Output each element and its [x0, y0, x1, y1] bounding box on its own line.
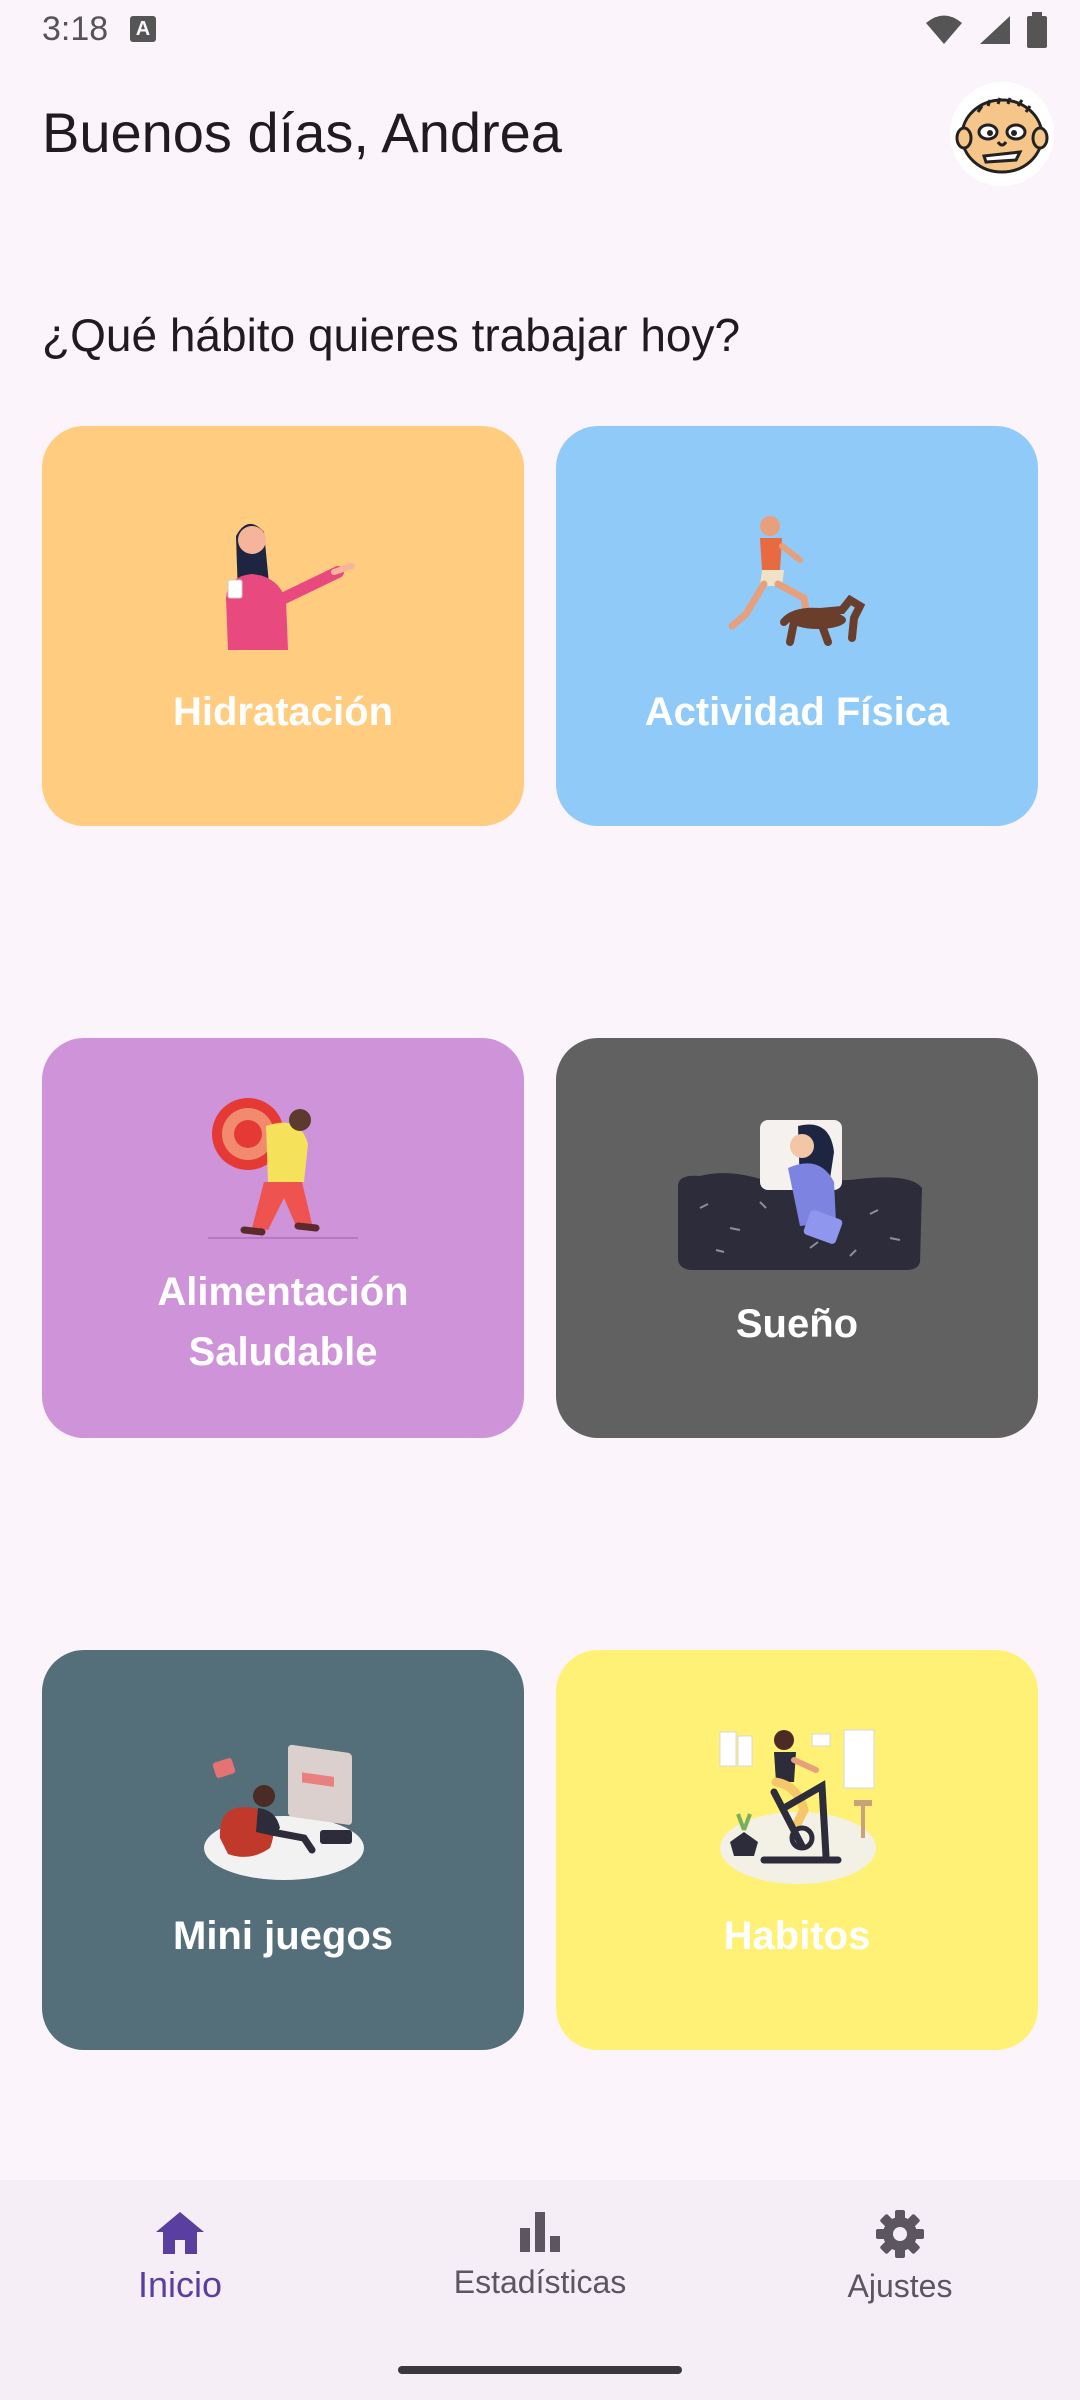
- home-gesture-indicator[interactable]: [398, 2366, 682, 2374]
- avatar[interactable]: [950, 82, 1054, 186]
- bar-chart-icon: [520, 2212, 560, 2252]
- person-carrying-tomato-illustration: [208, 1098, 358, 1239]
- nav-item-ajustes[interactable]: Ajustes: [750, 2208, 1050, 2305]
- card-label-habitos: Habitos: [723, 1914, 871, 1958]
- card-mini-juegos[interactable]: Mini juegos: [42, 1650, 524, 2050]
- home-icon: [156, 2212, 204, 2254]
- card-hidratacion[interactable]: Hidratación: [42, 426, 524, 826]
- nav-label-inicio: Inicio: [137, 2264, 223, 2305]
- woman-sleeping-illustration: [678, 1120, 922, 1270]
- greeting-title: Buenos días, Andrea: [42, 101, 562, 164]
- nav-item-estadisticas[interactable]: Estadísticas: [390, 2208, 690, 2301]
- status-time: 3:18: [42, 10, 109, 48]
- card-habitos[interactable]: Habitos: [556, 1650, 1038, 2050]
- nav-item-inicio[interactable]: Inicio: [30, 2208, 330, 2306]
- habit-question: ¿Qué hábito quieres trabajar hoy?: [42, 309, 741, 361]
- man-running-with-dog-illustration: [728, 516, 866, 646]
- card-label-alimentacion: Alimentación: [157, 1270, 409, 1314]
- status-bar: 3:18 A: [0, 0, 1080, 62]
- wifi-icon: [926, 15, 962, 44]
- woman-exercise-bike-illustration: [719, 1729, 876, 1884]
- cartoon-face-avatar-icon: [955, 97, 1049, 174]
- card-actividad-fisica[interactable]: Actividad Física: [556, 426, 1038, 826]
- card-label-mini-juegos: Mini juegos: [173, 1914, 393, 1958]
- gear-icon: [876, 2210, 924, 2258]
- home-screen: 3:18 A Buenos días, Andrea ¿Qué hábito q…: [0, 0, 1080, 2400]
- notification-a-icon: A: [130, 16, 156, 42]
- card-label-saludable: Saludable: [188, 1330, 378, 1374]
- status-icons: [924, 12, 1048, 48]
- battery-icon: [1027, 12, 1047, 48]
- card-sueno[interactable]: Sueño: [556, 1038, 1038, 1438]
- card-label-actividad-fisica: Actividad Física: [644, 690, 950, 734]
- cellular-signal-icon: [980, 16, 1010, 44]
- card-alimentacion-saludable[interactable]: Alimentación Saludable: [42, 1038, 524, 1438]
- person-playing-videogames-illustration: [204, 1744, 364, 1880]
- woman-drinking-water-illustration: [226, 523, 355, 650]
- nav-label-estadisticas: Estadísticas: [453, 2264, 627, 2300]
- card-label-hidratacion: Hidratación: [172, 690, 394, 734]
- card-label-sueno: Sueño: [735, 1302, 859, 1346]
- nav-label-ajustes: Ajustes: [847, 2268, 953, 2304]
